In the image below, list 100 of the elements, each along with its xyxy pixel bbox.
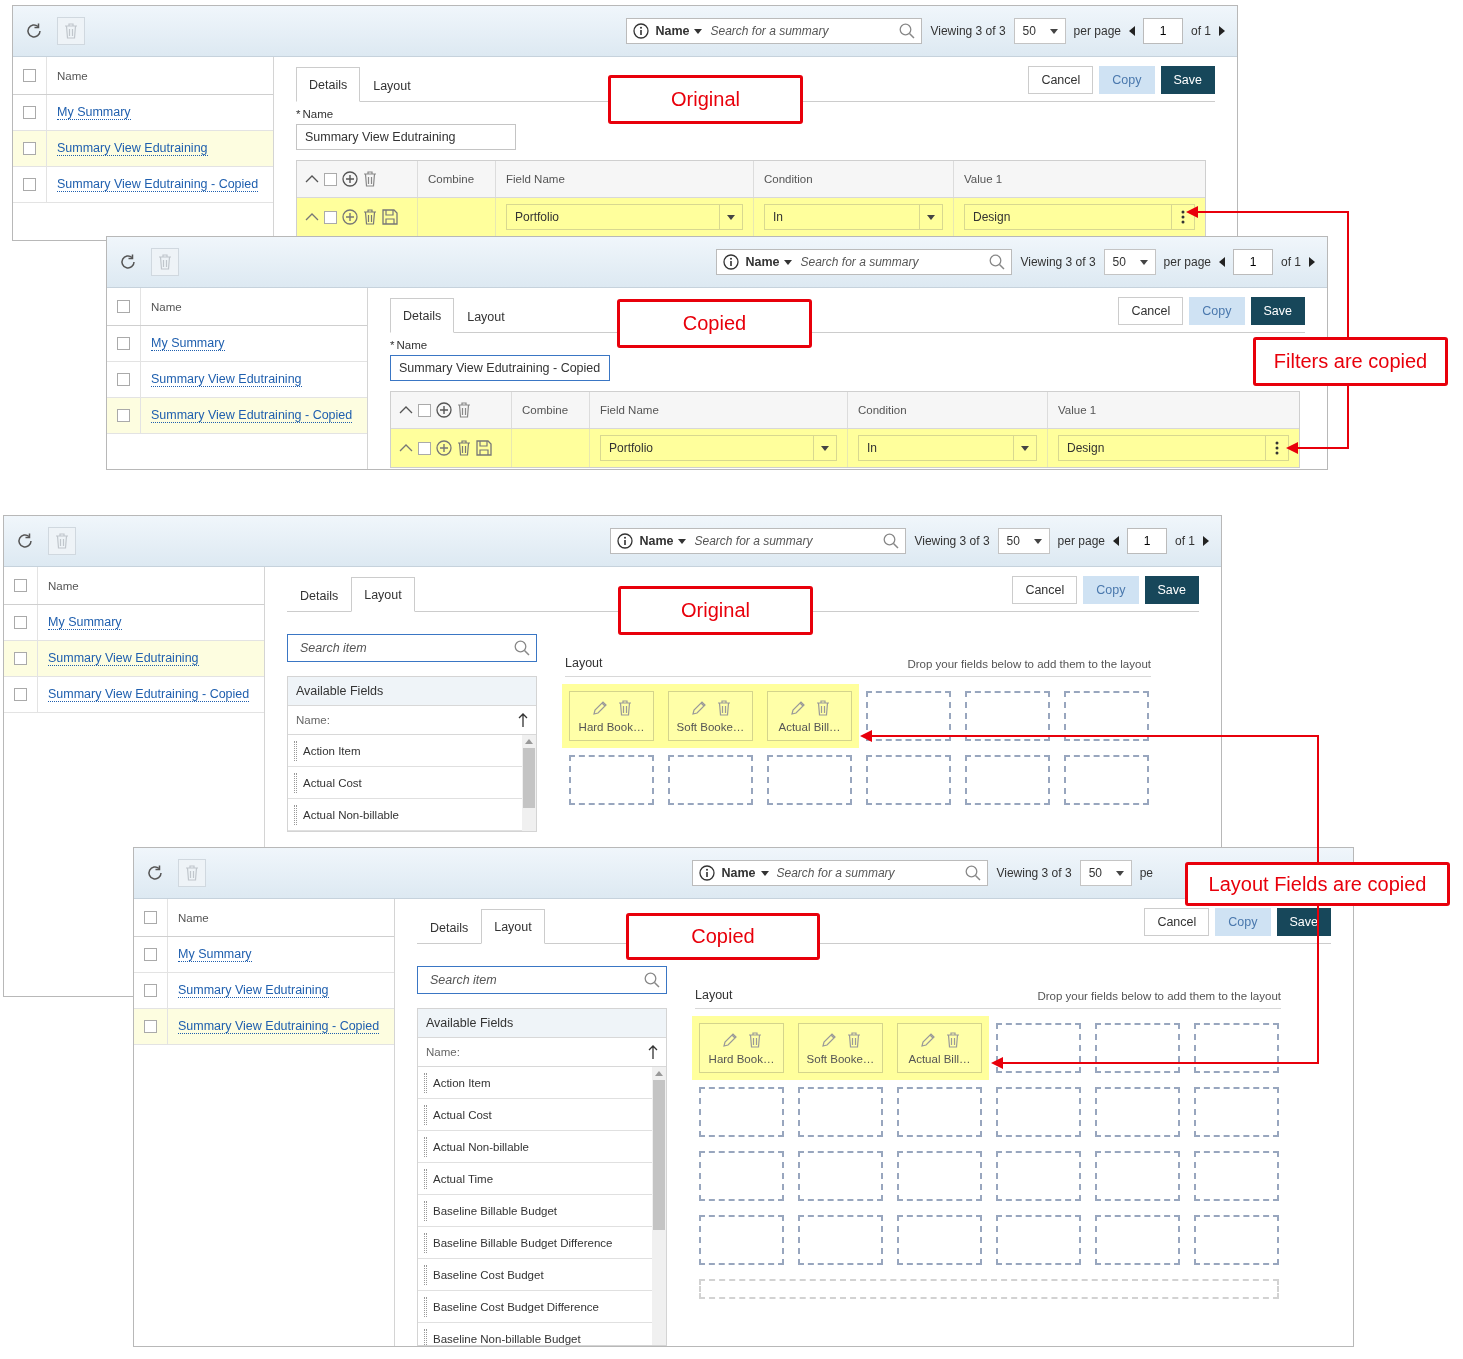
search-field[interactable]: Name Search for a summary <box>610 528 907 554</box>
drop-slot[interactable] <box>798 1151 883 1201</box>
page-field[interactable]: 1 <box>1143 18 1183 44</box>
condition-select[interactable]: In <box>764 204 943 230</box>
field-select[interactable]: Portfolio <box>600 435 837 461</box>
drop-slot[interactable] <box>866 755 951 805</box>
page-size-select[interactable]: 50 <box>997 528 1050 554</box>
pencil-icon[interactable] <box>919 1031 936 1048</box>
checkbox[interactable] <box>23 142 36 155</box>
trash-icon[interactable] <box>363 209 377 225</box>
drop-slot[interactable] <box>1194 1151 1279 1201</box>
checkbox[interactable] <box>144 984 157 997</box>
sort-icon[interactable] <box>518 712 528 728</box>
search-field[interactable]: Name Search for a summary <box>626 18 923 44</box>
search-scope-dropdown[interactable]: Name <box>745 255 793 269</box>
checkbox[interactable] <box>23 106 36 119</box>
info-icon[interactable] <box>633 23 650 39</box>
checkbox[interactable] <box>14 616 27 629</box>
drag-handle-icon[interactable] <box>424 1264 427 1285</box>
scrollbar[interactable] <box>652 1067 666 1345</box>
collapse-icon[interactable] <box>399 444 413 452</box>
drop-slot[interactable] <box>996 1215 1081 1265</box>
drag-handle-icon[interactable] <box>424 1232 427 1253</box>
search-icon[interactable] <box>644 972 660 988</box>
save-button[interactable]: Save <box>1144 576 1199 604</box>
scrollbar[interactable] <box>522 735 536 831</box>
list-row[interactable]: Summary View Edutraining - Copied <box>13 167 273 203</box>
search-icon[interactable] <box>965 865 982 881</box>
collapse-icon[interactable] <box>305 175 319 183</box>
checkbox[interactable] <box>14 652 27 665</box>
checkbox[interactable] <box>324 172 337 186</box>
info-icon[interactable] <box>617 533 634 549</box>
search-scope-dropdown[interactable]: Name <box>655 24 703 38</box>
drag-handle-icon[interactable] <box>424 1104 427 1125</box>
trash-icon[interactable] <box>617 699 632 716</box>
drop-slot[interactable] <box>897 1215 982 1265</box>
trash-icon[interactable] <box>457 402 471 418</box>
search-icon[interactable] <box>514 640 530 656</box>
drop-slot[interactable] <box>798 1215 883 1265</box>
save-icon[interactable] <box>476 440 492 456</box>
drop-slot[interactable] <box>1194 1023 1279 1073</box>
trash-icon[interactable] <box>747 1031 762 1048</box>
trash-icon[interactable] <box>815 699 830 716</box>
page-field[interactable]: 1 <box>1127 528 1167 554</box>
previous-page-icon[interactable] <box>1129 26 1135 36</box>
checkbox[interactable] <box>23 178 36 191</box>
info-icon[interactable] <box>699 865 716 881</box>
drop-slot[interactable] <box>1194 1215 1279 1265</box>
copy-button[interactable]: Copy <box>1215 908 1271 936</box>
copy-button[interactable]: Copy <box>1083 576 1139 604</box>
search-input[interactable]: Search for a summary <box>708 23 894 39</box>
list-row[interactable]: Summary View Edutraining - Copied <box>4 677 264 713</box>
checkbox[interactable] <box>117 373 130 386</box>
trash-icon[interactable] <box>457 440 471 456</box>
checkbox[interactable] <box>418 441 431 455</box>
drop-slot[interactable] <box>1095 1151 1180 1201</box>
drop-slot[interactable] <box>897 1087 982 1137</box>
pencil-icon[interactable] <box>690 699 707 716</box>
collapse-icon[interactable] <box>305 213 319 221</box>
drop-slot[interactable] <box>699 1087 784 1137</box>
drop-slot[interactable] <box>965 691 1050 741</box>
list-row[interactable]: My Summary <box>107 326 367 362</box>
drop-slot[interactable] <box>1095 1215 1180 1265</box>
refresh-icon[interactable] <box>25 22 43 40</box>
pencil-icon[interactable] <box>789 699 806 716</box>
drop-row[interactable] <box>699 1279 1279 1299</box>
more-icon[interactable] <box>1275 441 1279 455</box>
drag-handle-icon[interactable] <box>424 1072 427 1093</box>
cancel-button[interactable]: Cancel <box>1118 297 1184 325</box>
value-field[interactable]: Design <box>964 204 1195 230</box>
checkbox[interactable] <box>117 300 130 313</box>
drop-slot[interactable] <box>996 1087 1081 1137</box>
previous-page-icon[interactable] <box>1113 536 1119 546</box>
add-icon[interactable] <box>436 440 452 456</box>
save-button[interactable]: Save <box>1160 66 1215 94</box>
page-size-select[interactable]: 50 <box>1079 860 1132 886</box>
name-field[interactable]: Summary View Edutraining <box>296 124 516 150</box>
trash-icon[interactable] <box>363 171 377 187</box>
checkbox[interactable] <box>144 1020 157 1033</box>
drag-handle-icon[interactable] <box>424 1136 427 1157</box>
drop-slot[interactable] <box>699 1151 784 1201</box>
tab[interactable]: Details <box>287 579 352 612</box>
list-row[interactable]: My Summary <box>134 937 394 973</box>
field-select[interactable]: Portfolio <box>506 204 743 230</box>
summary-link[interactable]: My Summary <box>178 947 252 962</box>
next-page-icon[interactable] <box>1309 257 1315 267</box>
add-icon[interactable] <box>342 209 358 225</box>
previous-page-icon[interactable] <box>1219 257 1225 267</box>
search-input[interactable]: Search for a summary <box>774 865 960 881</box>
search-icon[interactable] <box>899 23 916 39</box>
search-field[interactable]: Search item <box>287 634 537 662</box>
checkbox[interactable] <box>117 409 130 422</box>
next-page-icon[interactable] <box>1219 26 1225 36</box>
search-scope-dropdown[interactable]: Name <box>721 866 769 880</box>
page-field[interactable]: 1 <box>1233 249 1273 275</box>
drag-handle-icon[interactable] <box>294 772 297 793</box>
tab[interactable]: Layout <box>454 300 518 333</box>
summary-link[interactable]: Summary View Edutraining <box>48 651 199 666</box>
drop-slot[interactable] <box>569 755 654 805</box>
tab[interactable]: Layout <box>481 909 545 944</box>
